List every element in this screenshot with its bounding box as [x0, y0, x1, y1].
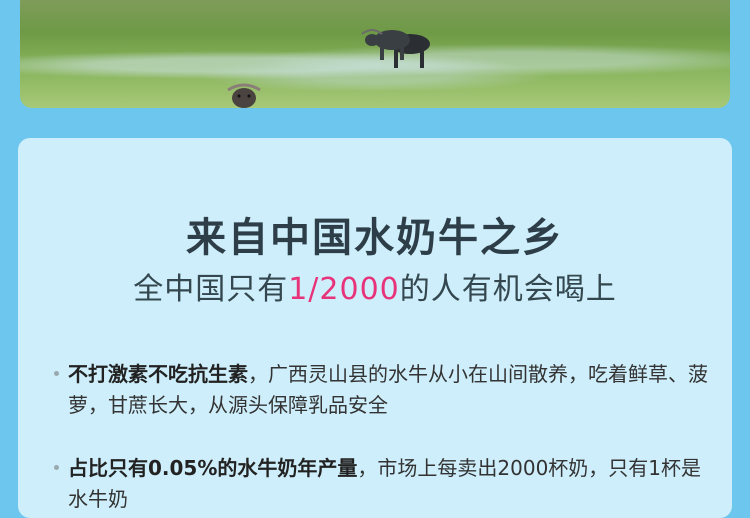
bullet-bold: 不打激素不吃抗生素: [68, 362, 248, 386]
bullet-dot: [54, 465, 59, 470]
bullet-bold: 占比只有0.05%的水牛奶年产量: [68, 456, 358, 480]
buffalo-field-photo: [20, 0, 730, 108]
bullet-item: 不打激素不吃抗生素，广西灵山县的水牛从小在山间散养，吃着鲜草、菠萝，甘蔗长大，从…: [54, 359, 714, 421]
headline-title: 来自中国水奶牛之乡: [186, 215, 564, 261]
headline-subtitle: 全中国只有1/2000的人有机会喝上: [0, 264, 750, 308]
bullet-dot: [54, 371, 59, 376]
water-buffalo-head-image: [227, 83, 261, 108]
subtitle-highlight: 1/2000: [288, 272, 400, 307]
bullet-item: 占比只有0.05%的水牛奶年产量，市场上每卖出2000杯奶，只有1杯是水牛奶: [54, 453, 714, 515]
subtitle-suffix: 的人有机会喝上: [399, 272, 617, 307]
water-buffalo-group-image: [361, 29, 430, 68]
bullet-text: 不打激素不吃抗生素，广西灵山县的水牛从小在山间散养，吃着鲜草、菠萝，甘蔗长大，从…: [54, 359, 714, 421]
bullet-text: 占比只有0.05%的水牛奶年产量，市场上每卖出2000杯奶，只有1杯是水牛奶: [54, 453, 714, 515]
subtitle-prefix: 全中国只有: [133, 272, 289, 307]
